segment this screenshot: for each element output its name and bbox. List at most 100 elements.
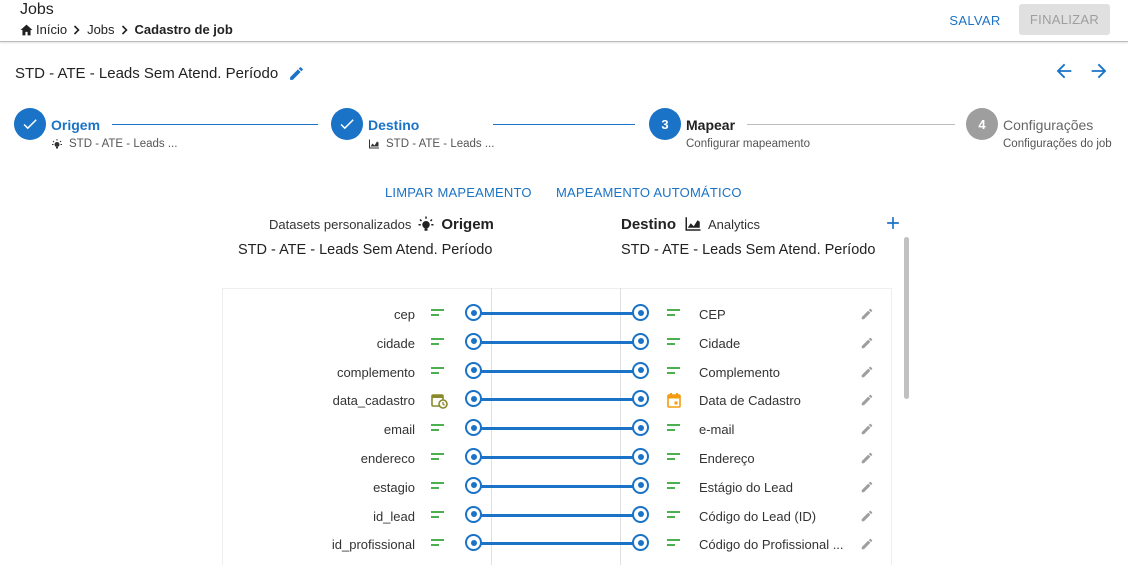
text-icon <box>431 307 445 319</box>
destination-connector-node[interactable] <box>632 361 649 379</box>
step-number: 4 <box>966 108 998 140</box>
mapping-connector[interactable] <box>474 369 641 373</box>
text-icon <box>431 365 445 377</box>
text-icon <box>431 537 445 549</box>
save-button[interactable]: SALVAR <box>944 6 1006 34</box>
text-icon <box>667 537 681 549</box>
pencil-icon[interactable] <box>860 509 874 523</box>
pencil-icon[interactable] <box>860 393 874 407</box>
clear-mapping-button[interactable]: LIMPAR MAPEAMENTO <box>385 185 532 200</box>
source-heading: Origem <box>441 215 494 233</box>
pencil-icon[interactable] <box>860 336 874 350</box>
mapping-connector[interactable] <box>474 456 641 459</box>
source-connector-node[interactable] <box>465 361 482 379</box>
date-icon <box>667 393 681 409</box>
mapping-connector[interactable] <box>474 542 641 546</box>
mapping-connector[interactable] <box>474 398 641 402</box>
destination-connector-node[interactable] <box>632 332 649 350</box>
destination-field-name: Código do Lead (ID) <box>699 508 817 524</box>
mapping-connector[interactable] <box>474 340 641 344</box>
text-icon <box>431 336 445 348</box>
arrow-left-icon[interactable] <box>1053 60 1075 87</box>
source-field-name: data_cadastro <box>332 393 415 409</box>
source-connector-node[interactable] <box>465 505 482 523</box>
source-connector-node[interactable] <box>465 534 482 552</box>
destination-header: Destino Analytics <box>621 215 760 233</box>
mapping-connector[interactable] <box>474 427 641 431</box>
chevron-right-icon <box>73 24 81 35</box>
destination-connector-node[interactable] <box>632 505 649 523</box>
step-connector <box>112 124 318 125</box>
source-category: Datasets personalizados <box>269 216 412 232</box>
text-icon <box>431 509 445 521</box>
pencil-icon[interactable] <box>860 422 874 436</box>
step-sublabel: STD - ATE - Leads ... <box>368 138 494 150</box>
mapping-connector[interactable] <box>474 484 641 488</box>
plus-icon[interactable] <box>883 213 903 238</box>
home-icon <box>20 24 33 36</box>
destination-heading: Destino <box>621 215 677 233</box>
source-field-name: cidade <box>376 335 415 351</box>
lightbulb-icon <box>51 138 63 150</box>
source-connector-node[interactable] <box>465 476 482 494</box>
pencil-icon[interactable] <box>860 451 874 465</box>
job-title-row: STD - ATE - Leads Sem Atend. Período <box>15 65 305 82</box>
breadcrumb-home[interactable]: Início <box>20 22 67 37</box>
pencil-icon[interactable] <box>860 480 874 494</box>
source-connector-node[interactable] <box>465 390 482 408</box>
breadcrumb: Início Jobs Cadastro de job <box>20 22 233 37</box>
text-icon <box>667 451 681 463</box>
arrow-right-icon[interactable] <box>1088 60 1110 87</box>
mapping-row: complemento Complemento <box>0 360 1128 389</box>
destination-connector-node[interactable] <box>632 476 649 494</box>
mapping-row: id_profissional Código do Profissional ..… <box>0 532 1128 561</box>
text-icon <box>667 422 681 434</box>
text-icon <box>431 422 445 434</box>
destination-field-name: Endereço <box>699 451 755 466</box>
destination-connector-node[interactable] <box>632 448 649 465</box>
auto-mapping-button[interactable]: MAPEAMENTO AUTOMÁTICO <box>556 185 742 200</box>
source-field-name: cep <box>394 307 415 322</box>
destination-field-name: Código do Profissional ... <box>699 537 844 553</box>
destination-connector-node[interactable] <box>632 534 649 552</box>
pencil-icon[interactable] <box>860 307 874 321</box>
check-icon <box>331 108 363 140</box>
step-sublabel: STD - ATE - Leads ... <box>51 138 177 150</box>
destination-field-name: Data de Cadastro <box>699 393 801 409</box>
check-icon <box>14 108 46 140</box>
step-connector <box>747 124 955 125</box>
step-sub-text: STD - ATE - Leads ... <box>386 138 495 150</box>
mapping-row: estagio Estágio do Lead <box>0 475 1128 504</box>
top-bar: Jobs Início Jobs Cadastro de job SALVAR … <box>0 0 1128 42</box>
pencil-icon[interactable] <box>288 65 305 82</box>
finalize-button[interactable]: FINALIZAR <box>1019 4 1110 35</box>
job-title: STD - ATE - Leads Sem Atend. Período <box>15 65 279 82</box>
mapping-connector[interactable] <box>474 312 641 315</box>
source-connector-node[interactable] <box>465 448 482 465</box>
pencil-icon[interactable] <box>860 537 874 551</box>
text-icon <box>667 480 681 492</box>
source-connector-node[interactable] <box>465 304 482 321</box>
pencil-icon[interactable] <box>860 365 874 379</box>
destination-field-name: Estágio do Lead <box>699 479 793 495</box>
mapping-row: id_lead Código do Lead (ID) <box>0 504 1128 533</box>
destination-category: Analytics <box>708 216 761 232</box>
source-connector-node[interactable] <box>465 332 482 350</box>
destination-field-name: Cidade <box>699 335 741 351</box>
text-icon <box>431 451 445 463</box>
source-connector-node[interactable] <box>465 419 482 437</box>
mapping-row: data_cadastro Data de Cadastro <box>0 388 1128 417</box>
step-sublabel: Configurações do job <box>1003 138 1112 150</box>
datetime-icon <box>431 393 448 410</box>
destination-connector-node[interactable] <box>632 304 649 321</box>
source-field-name: id_profissional <box>331 537 415 553</box>
step-sub-text: STD - ATE - Leads ... <box>69 138 178 150</box>
mapping-connector[interactable] <box>474 513 641 517</box>
destination-field-name: Complemento <box>699 364 780 380</box>
destination-connector-node[interactable] <box>632 419 649 437</box>
breadcrumb-jobs[interactable]: Jobs <box>87 22 114 37</box>
analytics-icon <box>684 215 702 233</box>
breadcrumb-home-label: Início <box>36 22 68 37</box>
mapping-row: email e-mail <box>0 417 1128 446</box>
destination-connector-node[interactable] <box>632 390 649 408</box>
